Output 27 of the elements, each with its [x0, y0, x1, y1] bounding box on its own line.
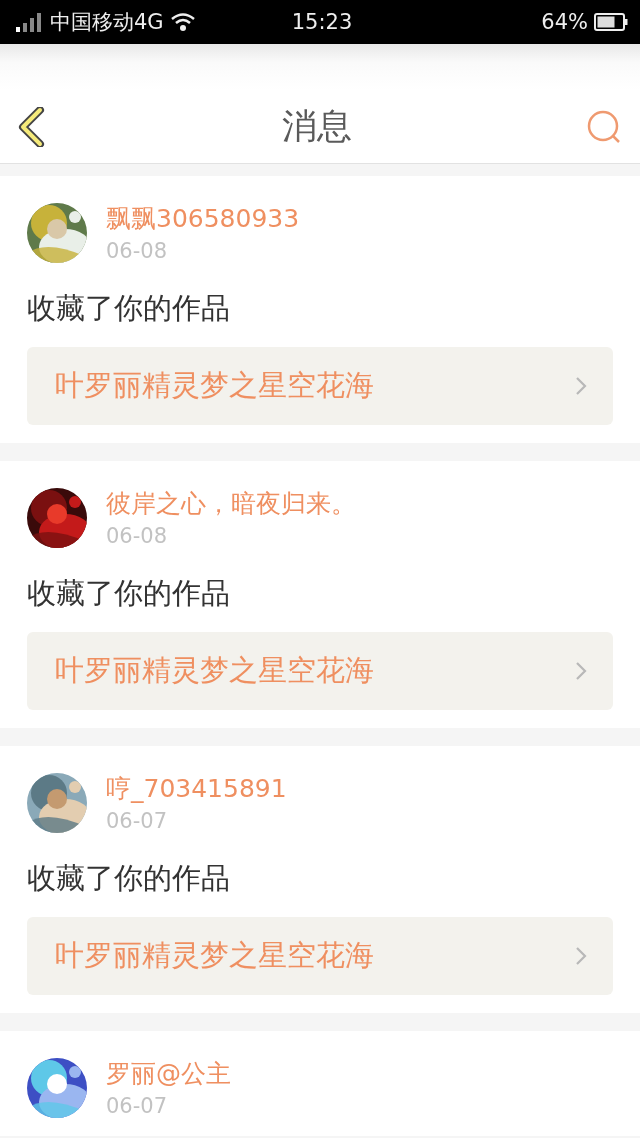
carrier-name: 中国移动4G	[50, 9, 164, 36]
work-title: 叶罗丽精灵梦之星空花海	[55, 652, 374, 689]
message-text: 收藏了你的作品	[27, 860, 231, 897]
message-text: 收藏了你的作品	[27, 575, 231, 612]
message-date: 06-08	[106, 239, 169, 263]
message-date: 06-07	[106, 1094, 169, 1118]
work-title: 叶罗丽精灵梦之星空花海	[55, 937, 374, 974]
wifi-icon	[169, 12, 196, 32]
work-link[interactable]: 叶罗丽精灵梦之星空花海	[27, 917, 613, 995]
chevron-icon	[575, 946, 587, 966]
page-title: 消息	[282, 105, 352, 148]
work-title: 叶罗丽精灵梦之星空花海	[55, 367, 374, 404]
user-name[interactable]: 哼_703415891	[106, 772, 287, 805]
message-text: 收藏了你的作品	[27, 290, 231, 327]
battery-percent: 64%	[541, 10, 588, 34]
user-name[interactable]: 飘飘306580933	[106, 202, 300, 235]
work-link[interactable]: 叶罗丽精灵梦之星空花海	[27, 632, 613, 710]
message-date: 06-07	[106, 809, 169, 833]
message-date: 06-08	[106, 524, 169, 548]
signal-icon	[16, 12, 44, 32]
battery-icon	[594, 13, 628, 31]
work-link[interactable]: 叶罗丽精灵梦之星空花海	[27, 347, 613, 425]
user-name[interactable]: 彼岸之心，暗夜归来。	[106, 487, 356, 520]
chevron-icon	[575, 661, 587, 681]
chevron-icon	[575, 376, 587, 396]
clock-time: 15:23	[291, 10, 353, 34]
user-name[interactable]: 罗丽@公主	[106, 1057, 231, 1090]
